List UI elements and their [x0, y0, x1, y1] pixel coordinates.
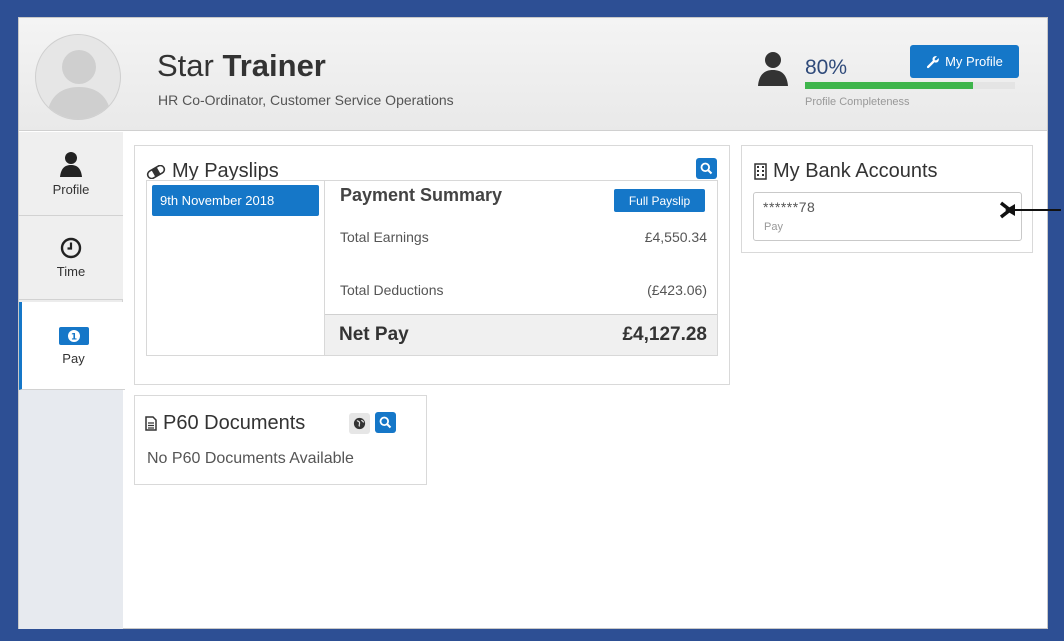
- sidebar-item-profile[interactable]: Profile: [19, 132, 123, 216]
- person-icon: [758, 52, 788, 86]
- sidebar-item-label: Profile: [52, 181, 90, 197]
- sidebar-item-label: Time: [56, 263, 86, 279]
- sidebar-item-pay[interactable]: 1 Pay: [19, 302, 125, 390]
- total-deductions-label: Total Deductions: [340, 282, 444, 298]
- payslip-date-list: 9th November 2018: [147, 181, 325, 355]
- p60-panel: P60 Documents No P60 Documents Available: [134, 395, 427, 485]
- search-icon: [379, 416, 392, 429]
- employee-name: Star Trainer: [157, 48, 326, 84]
- building-icon: [754, 163, 767, 180]
- net-pay-value: £4,127.28: [622, 324, 707, 345]
- last-name: Trainer: [222, 48, 326, 83]
- document-icon: [145, 416, 157, 431]
- person-icon: [60, 151, 82, 177]
- total-earnings-value: £4,550.34: [644, 229, 707, 245]
- bandage-icon: [146, 164, 166, 179]
- bank-accounts-title-text: My Bank Accounts: [773, 160, 938, 182]
- payslip-search-button[interactable]: [696, 158, 717, 179]
- p60-search-button[interactable]: [375, 412, 396, 433]
- globe-icon: [353, 417, 366, 430]
- payslip-detail: 9th November 2018 Payment Summary Full P…: [146, 180, 718, 356]
- search-icon: [700, 162, 713, 175]
- my-profile-label: My Profile: [945, 54, 1003, 69]
- sidebar-nav: Profile Time 1 Pay: [19, 132, 125, 629]
- profile-progress-bar: [805, 82, 1015, 89]
- sidebar-item-time[interactable]: Time: [19, 216, 123, 300]
- svg-text:1: 1: [70, 332, 76, 342]
- profile-completeness-label: Profile Completeness: [805, 96, 910, 108]
- profile-percent: 80%: [805, 56, 848, 79]
- first-name: Star: [157, 48, 214, 83]
- payment-summary-title: Payment Summary: [340, 185, 503, 205]
- clock-icon: [60, 237, 82, 258]
- app-window: Star Trainer HR Co-Ordinator, Customer S…: [18, 17, 1048, 629]
- profile-progress-fill: [805, 82, 973, 89]
- net-pay-row: Net Pay £4,127.28: [325, 314, 717, 355]
- banknote-icon: 1: [58, 326, 89, 345]
- annotation-arrow-icon: [1005, 204, 1061, 216]
- account-number: ******78: [763, 199, 816, 215]
- my-profile-button[interactable]: My Profile: [910, 45, 1019, 78]
- bank-account-card[interactable]: ******78 Pay: [753, 192, 1022, 241]
- wrench-icon: [927, 55, 939, 68]
- account-type: Pay: [764, 221, 783, 233]
- total-deductions-value: (£423.06): [647, 282, 707, 298]
- payslips-panel: My Payslips 9th November 2018 Payment Su…: [134, 145, 730, 385]
- p60-title-text: P60 Documents: [163, 412, 306, 434]
- employee-role: HR Co-Ordinator, Customer Service Operat…: [158, 92, 454, 108]
- sidebar-empty-area: [19, 390, 123, 629]
- sidebar-item-label: Pay: [62, 350, 85, 366]
- net-pay-label: Net Pay: [339, 324, 409, 345]
- p60-globe-button[interactable]: [349, 413, 370, 434]
- bank-accounts-panel: My Bank Accounts ******78 Pay: [741, 145, 1033, 253]
- avatar[interactable]: [35, 34, 121, 120]
- full-payslip-button[interactable]: Full Payslip: [614, 189, 705, 212]
- total-earnings-label: Total Earnings: [340, 229, 429, 245]
- profile-header: Star Trainer HR Co-Ordinator, Customer S…: [19, 18, 1047, 131]
- p60-title: P60 Documents: [145, 412, 305, 435]
- bank-accounts-title: My Bank Accounts: [754, 160, 938, 183]
- p60-empty-message: No P60 Documents Available: [147, 450, 354, 467]
- payslip-date-item[interactable]: 9th November 2018: [152, 185, 319, 216]
